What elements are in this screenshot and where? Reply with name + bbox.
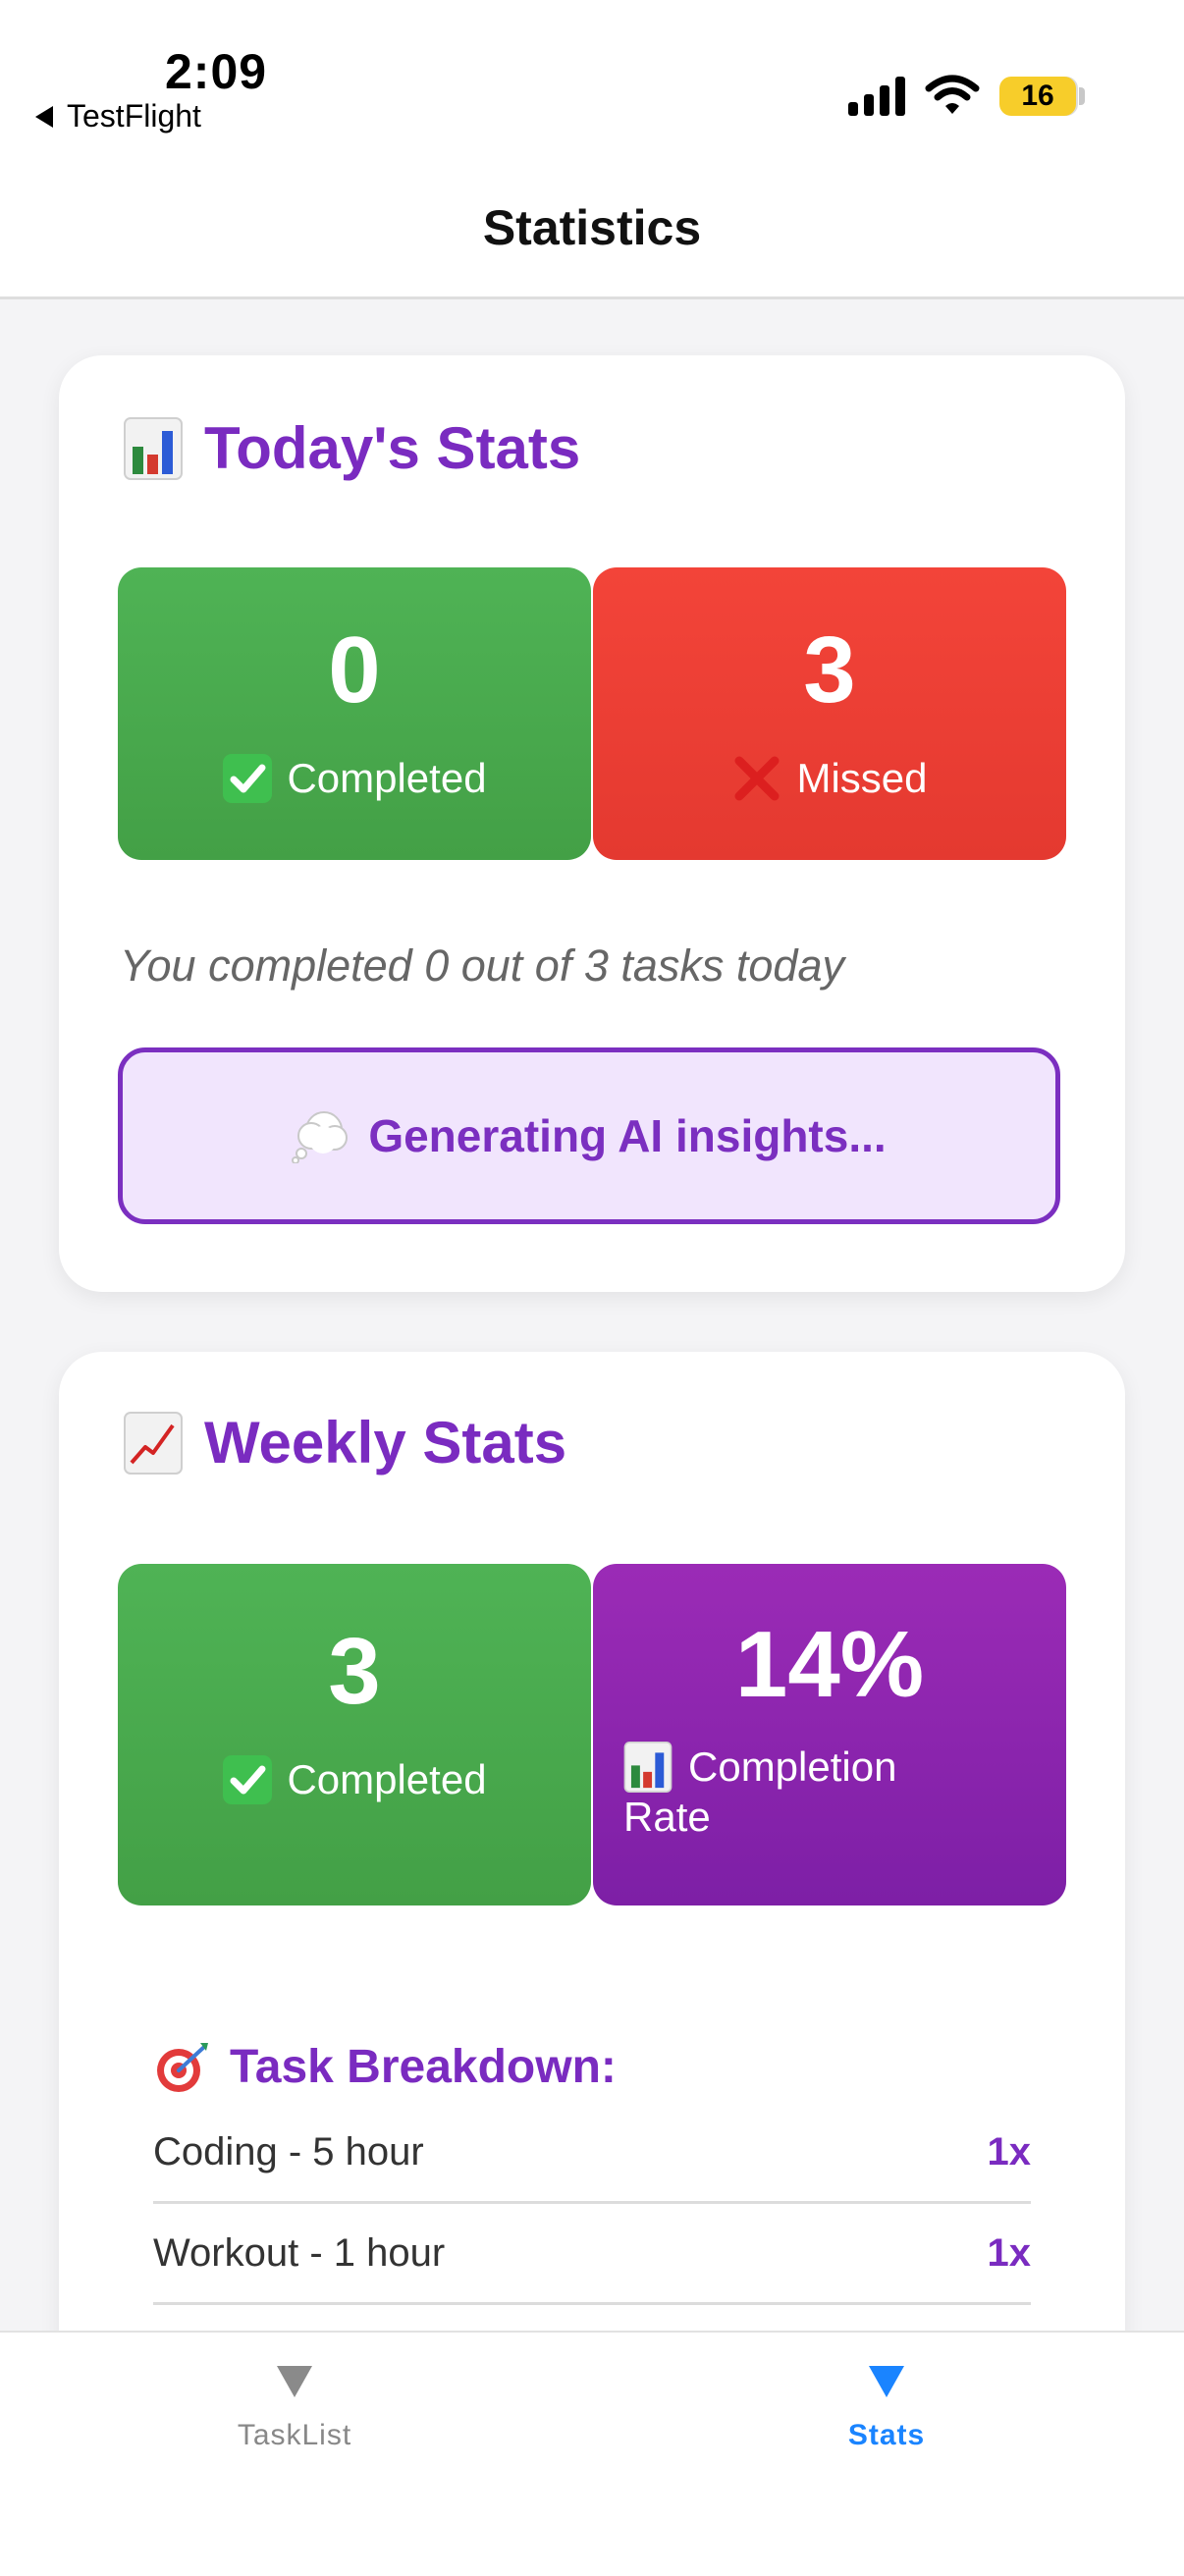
todays-stats-title: Today's Stats (124, 414, 580, 482)
breakdown-row: Workout - 1 hour 1x (153, 2204, 1031, 2305)
chart-increasing-icon (124, 1411, 183, 1475)
weekly-completion-rate-label: Completion Rate (623, 1742, 1036, 1842)
nav-header: Statistics (0, 172, 1184, 299)
weekly-completed-label: Completed (222, 1754, 487, 1805)
today-missed-box: 3 Missed (593, 567, 1066, 860)
status-bar: 2:09 TestFlight 16 (0, 0, 1184, 172)
direct-hit-icon (153, 2039, 212, 2094)
weekly-completion-rate-value: 14% (734, 1612, 925, 1717)
breakdown-task-name: Coding - 5 hour (153, 2129, 424, 2174)
breakdown-task-name: Workout - 1 hour (153, 2230, 446, 2275)
back-to-testflight-link[interactable]: TestFlight (35, 98, 201, 134)
back-link-label: TestFlight (67, 98, 201, 134)
task-breakdown-title-text: Task Breakdown: (230, 2040, 617, 2093)
thought-balloon-icon (292, 1108, 350, 1163)
completion-rate-label-line1: Completion (688, 1744, 897, 1790)
today-missed-label-text: Missed (796, 755, 928, 801)
wifi-icon (925, 75, 980, 114)
weekly-stats-title-text: Weekly Stats (204, 1410, 567, 1476)
today-completed-value: 0 (328, 617, 381, 723)
bar-chart-icon (623, 1742, 673, 1793)
today-summary-text: You completed 0 out of 3 tasks today (120, 940, 844, 991)
triangle-down-icon (869, 2366, 904, 2397)
tab-stats-label: Stats (847, 2419, 926, 2451)
tab-tasklist[interactable]: TaskList (147, 2364, 442, 2452)
task-breakdown-title: Task Breakdown: (153, 2039, 617, 2094)
completion-rate-label-line2: Rate (623, 1794, 711, 1840)
cross-mark-icon (731, 753, 782, 804)
weekly-completed-label-text: Completed (287, 1756, 487, 1802)
todays-stats-card: Today's Stats 0 Completed 3 Missed You c… (59, 355, 1125, 1292)
status-time: 2:09 (165, 44, 268, 99)
tab-bar: TaskList Stats (0, 2331, 1184, 2576)
breakdown-row: Coding - 5 hour 1x (153, 2103, 1031, 2204)
battery-indicator: 16 (999, 77, 1076, 116)
today-completed-label: Completed (222, 753, 487, 804)
weekly-completion-rate-box: 14% Completion Rate (593, 1564, 1066, 1905)
breakdown-task-count: 1x (987, 2129, 1032, 2174)
weekly-stats-title: Weekly Stats (124, 1409, 566, 1476)
todays-stats-title-text: Today's Stats (204, 415, 581, 481)
battery-cap (1079, 87, 1085, 105)
cellular-signal-icon (848, 77, 905, 116)
ai-insights-box[interactable]: Generating AI insights... (118, 1047, 1060, 1224)
today-completed-label-text: Completed (287, 755, 487, 801)
weekly-completed-value: 3 (328, 1619, 381, 1724)
weekly-completed-box: 3 Completed (118, 1564, 591, 1905)
today-missed-value: 3 (803, 617, 856, 723)
check-mark-button-icon (222, 1754, 273, 1805)
bar-chart-icon (124, 416, 183, 480)
check-mark-button-icon (222, 753, 273, 804)
today-completed-box: 0 Completed (118, 567, 591, 860)
triangle-down-icon (277, 2366, 312, 2397)
page-title: Statistics (482, 199, 702, 255)
today-missed-label: Missed (731, 753, 928, 804)
ai-insights-text: Generating AI insights... (368, 1110, 887, 1161)
tab-stats[interactable]: Stats (739, 2364, 1034, 2452)
tab-tasklist-label: TaskList (237, 2419, 352, 2451)
battery-level: 16 (1021, 80, 1054, 112)
back-arrow-icon (35, 105, 53, 128)
breakdown-task-count: 1x (987, 2230, 1032, 2275)
